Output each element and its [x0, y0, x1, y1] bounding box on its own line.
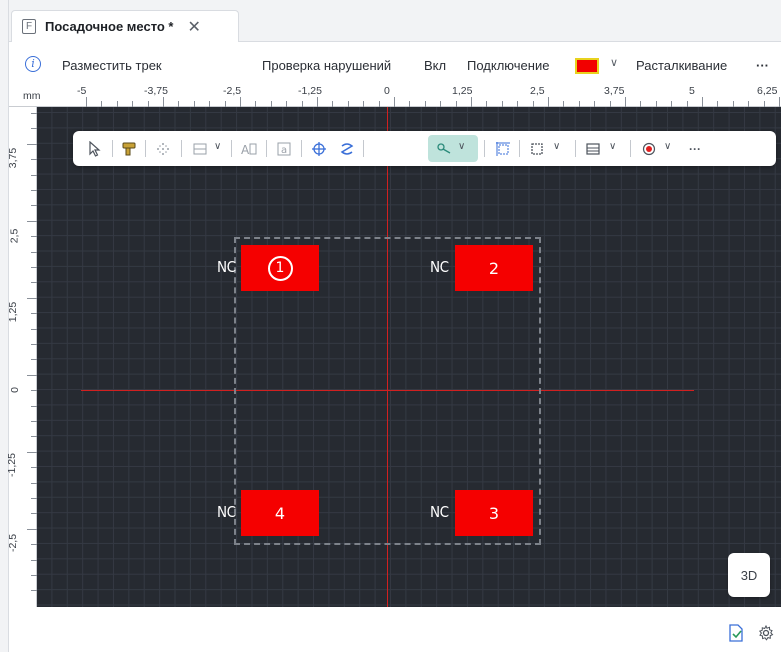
ruler-tick — [27, 220, 37, 222]
pad-4[interactable]: 4 — [241, 490, 319, 536]
color-swatch[interactable] — [575, 58, 599, 74]
ruler-tick — [27, 528, 37, 530]
pad-2[interactable]: 2 — [455, 245, 533, 291]
chevron-down-icon[interactable]: ∨ — [609, 141, 616, 152]
layer-icon[interactable] — [583, 139, 603, 159]
on-toggle[interactable]: Вкл — [424, 58, 446, 73]
ruler-label: 6,25 — [757, 85, 778, 97]
pad-number: 2 — [488, 258, 500, 278]
ruler-tick — [27, 451, 37, 453]
ruler-label: 0 — [384, 85, 390, 97]
bottom-bar — [9, 607, 781, 652]
pcb-canvas[interactable]: NC 1 NC 2 NC 4 NC 3 ∨ A a ∨ ∨ ∨ ∨ ··· 3D — [37, 107, 781, 607]
more-icon[interactable]: ··· — [756, 58, 769, 73]
attribute-icon[interactable]: a — [274, 139, 294, 159]
grid-icon[interactable] — [190, 139, 210, 159]
pad-net-label: NC — [217, 503, 236, 521]
pad-1[interactable]: 1 — [241, 245, 319, 291]
ruler-tick — [779, 97, 780, 107]
chevron-down-icon[interactable]: ∨ — [610, 56, 618, 69]
svg-text:a: a — [281, 145, 287, 156]
ruler-label: 0 — [8, 387, 21, 393]
check-violations-button[interactable]: Проверка нарушений — [262, 58, 391, 73]
floating-toolbar: ∨ A a ∨ ∨ ∨ ∨ ··· — [73, 131, 776, 166]
view-3d-button[interactable]: 3D — [728, 553, 770, 597]
ruler-tick — [27, 143, 37, 145]
ruler-tick — [548, 97, 549, 107]
ruler-label: 1,25 — [452, 85, 473, 97]
ruler-label: 3,75 — [7, 147, 20, 169]
pushing-button[interactable]: Расталкивание — [636, 58, 727, 73]
file-icon: F — [22, 19, 36, 34]
tab-bar: F Посадочное место * ✕ — [9, 0, 781, 42]
connection-button[interactable]: Подключение — [467, 58, 549, 73]
measure-icon[interactable] — [434, 139, 454, 159]
ruler-label: 2,5 — [530, 85, 545, 97]
place-track-button[interactable]: Разместить трек — [62, 58, 162, 73]
more-icon[interactable]: ··· — [685, 139, 705, 159]
chevron-down-icon[interactable]: ∨ — [214, 141, 221, 152]
ruler-label: -2,5 — [223, 85, 242, 97]
info-icon[interactable]: i — [25, 56, 41, 72]
left-edge-bar — [0, 0, 9, 652]
ruler-tick — [86, 97, 87, 107]
pad-net-label: NC — [430, 258, 449, 276]
ruler-tick — [163, 97, 164, 107]
ruler-label: -2,5 — [7, 533, 20, 553]
ruler-tick — [394, 97, 395, 107]
close-icon[interactable]: ✕ — [188, 17, 201, 37]
gear-icon[interactable] — [757, 624, 775, 642]
pad-net-label: NC — [430, 503, 449, 521]
check-document-icon[interactable] — [727, 624, 745, 642]
ruler-tick — [240, 97, 241, 107]
move-icon[interactable] — [153, 139, 173, 159]
ruler-label: 1,25 — [7, 301, 20, 323]
command-bar: i Разместить трек Проверка нарушений Вкл… — [9, 52, 781, 80]
snap-icon[interactable] — [337, 139, 357, 159]
ruler-top: mm -5 -3,75 -2,5 -1,25 0 1,25 2,5 3,75 5… — [9, 85, 781, 107]
ruler-label: 2,5 — [8, 228, 21, 244]
ruler-tick — [317, 97, 318, 107]
pad-number: 1 — [267, 255, 293, 281]
tab-footprint[interactable]: F Посадочное место * ✕ — [11, 10, 239, 42]
ruler-label: -1,25 — [5, 453, 18, 477]
ruler-unit: mm — [23, 90, 41, 102]
pad-3[interactable]: 3 — [455, 490, 533, 536]
chevron-down-icon[interactable]: ∨ — [553, 141, 560, 152]
region-icon[interactable] — [527, 139, 547, 159]
ruler-label: 5 — [689, 85, 695, 97]
ruler-label: -1,25 — [298, 85, 322, 97]
text-icon[interactable]: A — [239, 139, 259, 159]
ruler-label: 3,75 — [604, 85, 625, 97]
ruler-tick — [27, 374, 37, 376]
ruler-tick — [625, 97, 626, 107]
ruler-label: -5 — [77, 85, 87, 97]
dimension-icon[interactable] — [493, 139, 513, 159]
select-icon[interactable] — [85, 139, 105, 159]
chevron-down-icon[interactable]: ∨ — [664, 141, 671, 152]
ruler-label: -3,75 — [144, 85, 168, 97]
svg-text:A: A — [241, 143, 250, 157]
chevron-down-icon[interactable]: ∨ — [458, 141, 465, 152]
origin-icon[interactable] — [309, 139, 329, 159]
pad-number: 4 — [274, 503, 286, 523]
pad-number: 3 — [488, 503, 500, 523]
route-tool-icon[interactable] — [119, 139, 139, 159]
pad-icon[interactable] — [639, 139, 659, 159]
ruler-tick — [702, 97, 703, 107]
ruler-left: 3,75 2,5 1,25 0 -1,25 -2,5 — [5, 107, 37, 607]
tab-title: Посадочное место * — [45, 19, 174, 34]
ruler-tick — [471, 97, 472, 107]
ruler-tick — [27, 297, 37, 299]
pad-net-label: NC — [217, 258, 236, 276]
